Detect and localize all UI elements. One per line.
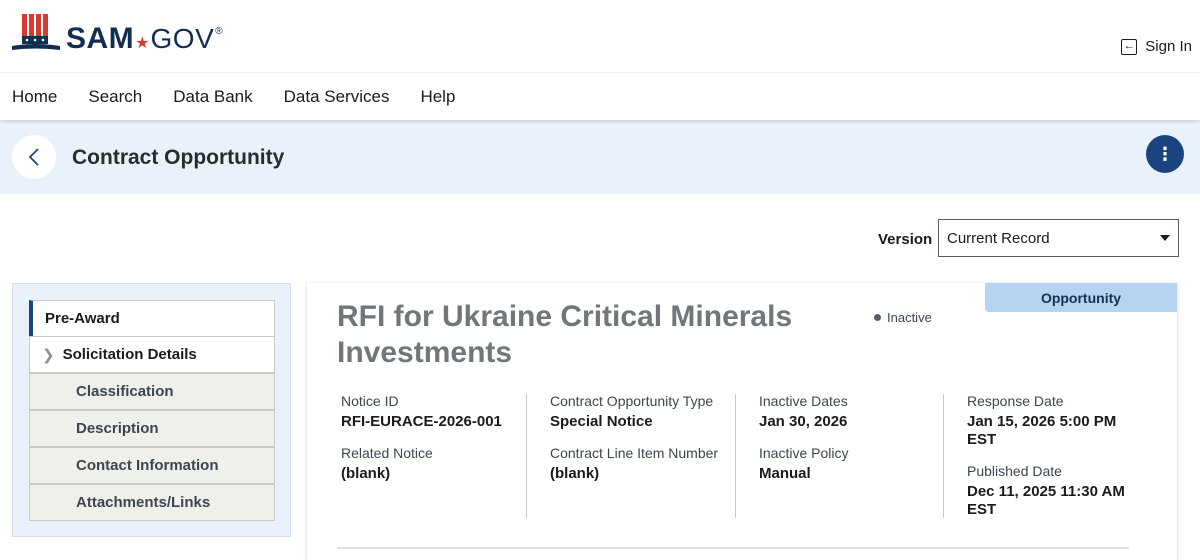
chevron-left-icon: [28, 148, 39, 166]
response-date-value: Jan 15, 2026 5:00 PM EST: [967, 413, 1147, 449]
sidebar-item-attachments-links[interactable]: Attachments/Links: [29, 484, 275, 521]
sign-in-link[interactable]: ← Sign In: [1121, 38, 1192, 55]
sidebar-item-label: Contact Information: [76, 457, 219, 474]
field-column-2: Contract Opportunity Type Special Notice…: [550, 393, 735, 519]
caret-down-icon: [1160, 235, 1170, 241]
uncle-sam-hat-icon: [12, 14, 60, 50]
nav-item-data-bank[interactable]: Data Bank: [173, 87, 252, 107]
published-date-time: Dec 11, 2025 11:30 AM: [967, 483, 1125, 500]
version-selected-value: Current Record: [947, 229, 1050, 247]
status-badge: Inactive: [874, 310, 932, 325]
version-label: Version: [878, 231, 933, 248]
sidebar-item-classification[interactable]: Classification: [29, 373, 275, 410]
inactive-policy-label: Inactive Policy: [759, 445, 849, 461]
nav-item-data-services[interactable]: Data Services: [284, 87, 390, 107]
back-button[interactable]: [12, 135, 56, 179]
related-notice-value: (blank): [341, 465, 391, 482]
sidebar-item-label: Classification: [76, 383, 174, 400]
published-date-value: Dec 11, 2025 11:30 AM EST: [967, 483, 1147, 519]
sidebar-item-solicitation-details[interactable]: ❯ Solicitation Details: [29, 336, 275, 373]
sam-gov-logo[interactable]: SAM ★ GOV ®: [10, 10, 223, 54]
nav-item-search[interactable]: Search: [88, 87, 142, 107]
response-date-time: Jan 15, 2026 5:00 PM: [967, 413, 1117, 430]
nav-item-help[interactable]: Help: [420, 87, 455, 107]
logo-registered-mark: ®: [215, 26, 223, 37]
sign-in-icon: ←: [1121, 38, 1138, 55]
field-column-4: Response Date Jan 15, 2026 5:00 PM EST P…: [967, 393, 1147, 519]
logo-wordmark: SAM ★ GOV ®: [66, 24, 223, 54]
clin-value: (blank): [550, 465, 600, 482]
primary-nav: Home Search Data Bank Data Services Help: [0, 72, 1200, 120]
opportunity-tag: Opportunity: [985, 283, 1177, 312]
clin-label: Contract Line Item Number: [550, 445, 719, 461]
side-navigation: Pre-Award ❯ Solicitation Details Classif…: [12, 283, 291, 537]
opportunity-title: RFI for Ukraine Critical Minerals Invest…: [337, 300, 793, 369]
field-column-3: Inactive Dates Jan 30, 2026 Inactive Pol…: [759, 393, 939, 519]
response-date-timezone: EST: [967, 431, 997, 448]
page-title: Contract Opportunity: [72, 146, 285, 169]
published-date-timezone: EST: [967, 501, 997, 518]
chevron-right-icon: ❯: [42, 346, 55, 364]
column-divider: [735, 394, 736, 518]
sidebar-item-description[interactable]: Description: [29, 410, 275, 447]
inactive-policy-value: Manual: [759, 465, 811, 482]
column-divider: [943, 394, 944, 518]
notice-id-value: RFI-EURACE-2026-001: [341, 413, 502, 430]
section-divider: [337, 547, 1129, 549]
sidebar-item-label: Description: [76, 420, 159, 437]
nav-item-home[interactable]: Home: [12, 87, 57, 107]
logo-star-icon: ★: [135, 35, 150, 52]
sidebar-item-contact-information[interactable]: Contact Information: [29, 447, 275, 484]
version-select[interactable]: Current Record: [938, 219, 1179, 257]
status-label: Inactive: [887, 310, 932, 325]
logo-sam-text: SAM: [66, 22, 135, 55]
status-dot-icon: [874, 314, 881, 321]
page-title-bar: Contract Opportunity ⋮: [0, 120, 1200, 194]
opportunity-type-value: Special Notice: [550, 413, 653, 430]
more-actions-button[interactable]: ⋮: [1146, 135, 1184, 173]
published-date-label: Published Date: [967, 463, 1062, 479]
site-header: SAM ★ GOV ® ← Sign In: [0, 0, 1200, 72]
notice-id-label: Notice ID: [341, 393, 399, 409]
sidebar-item-pre-award[interactable]: Pre-Award: [29, 300, 275, 337]
field-column-1: Notice ID RFI-EURACE-2026-001 Related No…: [341, 393, 521, 519]
sidebar-item-label: Pre-Award: [45, 310, 120, 327]
opportunity-card: Opportunity RFI for Ukraine Critical Min…: [307, 283, 1177, 560]
inactive-dates-value: Jan 30, 2026: [759, 413, 848, 430]
sidebar-item-label: Solicitation Details: [62, 346, 197, 363]
inactive-dates-label: Inactive Dates: [759, 393, 848, 409]
sidebar-item-label: Attachments/Links: [76, 494, 211, 511]
related-notice-label: Related Notice: [341, 445, 433, 461]
column-divider: [526, 394, 527, 518]
logo-gov-text: GOV: [150, 23, 215, 54]
sign-in-label: Sign In: [1145, 38, 1192, 55]
more-vertical-icon: ⋮: [1156, 144, 1174, 164]
response-date-label: Response Date: [967, 393, 1064, 409]
opportunity-type-label: Contract Opportunity Type: [550, 393, 714, 409]
